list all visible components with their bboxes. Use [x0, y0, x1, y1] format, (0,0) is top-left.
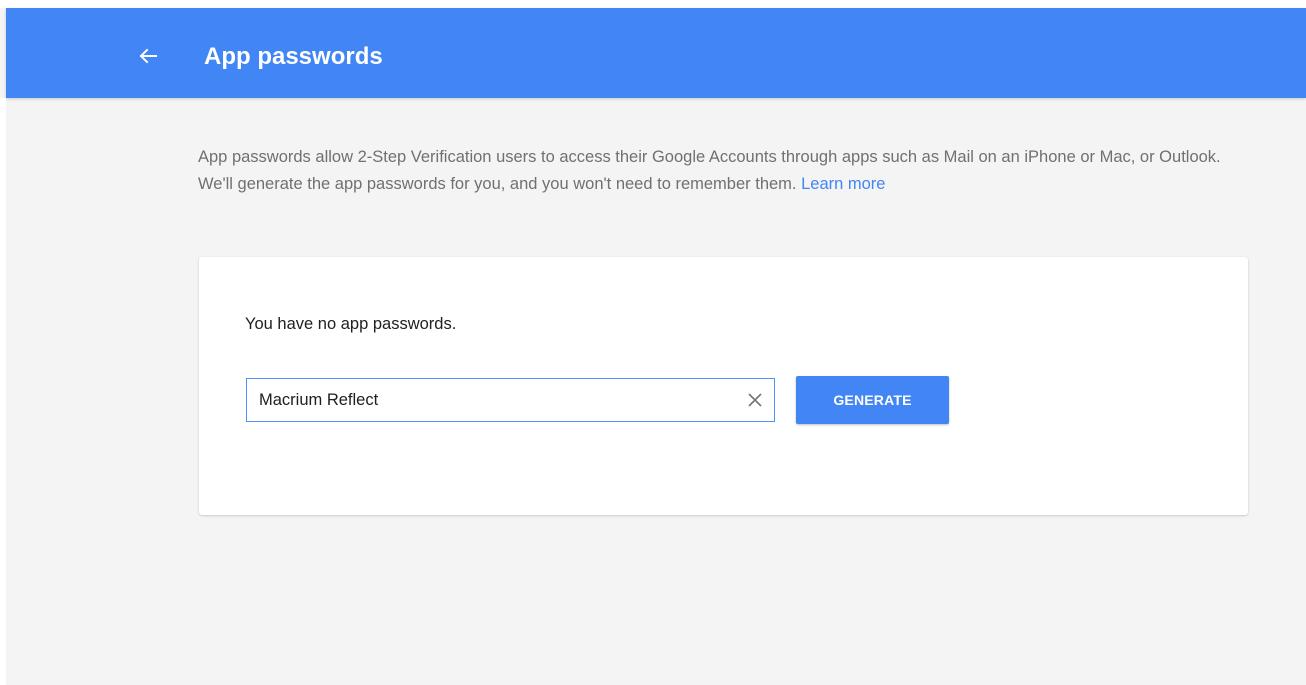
description-text: App passwords allow 2-Step Verification … — [198, 144, 1238, 198]
description-body: App passwords allow 2-Step Verification … — [198, 148, 1221, 193]
app-bar: App passwords — [6, 8, 1306, 98]
arrow-back-icon — [139, 48, 157, 64]
generate-button[interactable]: GENERATE — [796, 376, 949, 424]
learn-more-link[interactable]: Learn more — [801, 175, 885, 193]
app-name-input[interactable] — [247, 379, 727, 421]
page-title: App passwords — [204, 43, 383, 70]
back-button[interactable] — [134, 42, 162, 70]
app-passwords-card: You have no app passwords. GENERATE — [199, 257, 1248, 515]
close-icon — [748, 393, 762, 407]
no-passwords-message: You have no app passwords. — [245, 315, 457, 333]
top-strip — [0, 0, 1306, 8]
left-strip — [0, 98, 6, 685]
app-name-field — [246, 378, 775, 422]
clear-input-button[interactable] — [746, 391, 764, 409]
